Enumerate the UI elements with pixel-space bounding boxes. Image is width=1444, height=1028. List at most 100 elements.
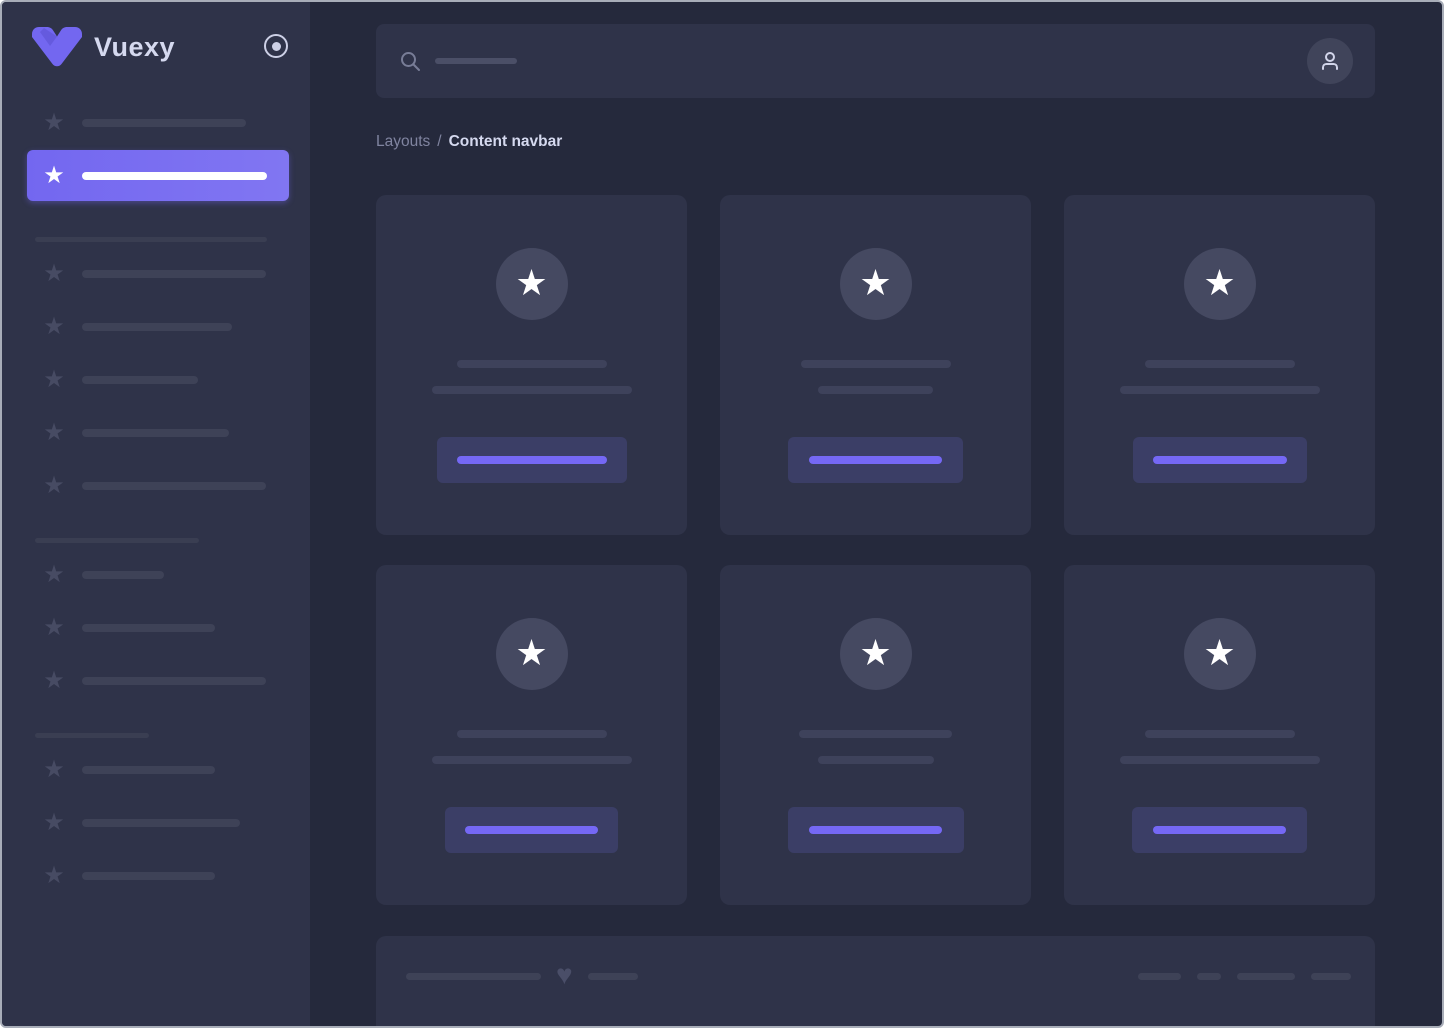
breadcrumb-separator: /: [437, 133, 441, 151]
sidebar-menu-item[interactable]: ★: [2, 311, 310, 343]
sidebar-menu-item[interactable]: ★: [2, 364, 310, 396]
menu-item-placeholder-bar: [82, 482, 266, 490]
sidebar-menu-item[interactable]: ★: [2, 559, 310, 591]
card-line-2: [818, 756, 934, 764]
card-line-1: [457, 730, 607, 738]
card-button[interactable]: [437, 437, 627, 483]
card-button[interactable]: [1133, 437, 1307, 483]
app-window: Vuexy ★ ★ ★ ★ ★ ★ ★ ★ ★ ★ ★ ★ ★: [0, 0, 1444, 1028]
vuexy-logo-icon: [30, 26, 84, 67]
footer-card: ♥: [376, 936, 1375, 1026]
menu-item-placeholder-bar: [82, 270, 266, 278]
menu-item-placeholder-bar: [82, 323, 232, 331]
user-avatar-button[interactable]: [1307, 38, 1353, 84]
sidebar-menu-item[interactable]: ★: [2, 665, 310, 697]
star-icon: ★: [42, 616, 66, 640]
card-avatar-circle: ★: [1184, 618, 1256, 690]
card-line-1: [1145, 360, 1295, 368]
search-icon: [399, 50, 421, 72]
star-icon: ★: [515, 635, 547, 671]
sidebar-menu-item[interactable]: ★: [2, 470, 310, 502]
footer-right-group: [1138, 973, 1351, 980]
card-button-label-bar: [809, 456, 942, 464]
card-line-2: [432, 386, 632, 394]
star-icon: ★: [515, 265, 547, 301]
menu-item-placeholder-bar: [82, 624, 215, 632]
menu-item-placeholder-bar: [82, 429, 229, 437]
sidebar-pin-toggle-icon[interactable]: [264, 34, 288, 58]
card-avatar-circle: ★: [496, 618, 568, 690]
card-button[interactable]: [445, 807, 618, 853]
star-icon: ★: [42, 474, 66, 498]
card-line-2: [432, 756, 632, 764]
star-icon: ★: [42, 315, 66, 339]
card-avatar-circle: ★: [840, 248, 912, 320]
placeholder-card: ★: [720, 195, 1031, 535]
footer-placeholder-bar: [1237, 973, 1295, 980]
star-icon: ★: [42, 368, 66, 392]
footer-placeholder-bar: [588, 973, 638, 980]
sidebar-menu-item[interactable]: ★: [2, 417, 310, 449]
footer-placeholder-bar: [1311, 973, 1351, 980]
menu-item-placeholder-bar: [82, 376, 198, 384]
placeholder-card: ★: [720, 565, 1031, 905]
menu-item-placeholder-bar: [82, 819, 240, 827]
footer-placeholder-bar: [406, 973, 541, 980]
sidebar-section-header-bar: [35, 733, 149, 738]
card-button-label-bar: [1153, 456, 1287, 464]
placeholder-card: ★: [376, 565, 687, 905]
sidebar: Vuexy ★ ★ ★ ★ ★ ★ ★ ★ ★ ★ ★ ★ ★: [2, 2, 310, 1026]
star-icon: ★: [859, 265, 891, 301]
sidebar-menu-item[interactable]: ★: [2, 807, 310, 839]
search-input[interactable]: [399, 50, 1307, 72]
sidebar-menu-item[interactable]: ★: [2, 754, 310, 786]
star-icon: ★: [42, 421, 66, 445]
star-icon: ★: [42, 164, 66, 188]
sidebar-menu-item[interactable]: ★: [2, 612, 310, 644]
footer-placeholder-bar: [1138, 973, 1181, 980]
sidebar-section-header-bar: [35, 237, 267, 242]
breadcrumb: Layouts / Content navbar: [376, 133, 1375, 151]
card-button-label-bar: [465, 826, 598, 834]
star-icon: ★: [42, 811, 66, 835]
star-icon: ★: [859, 635, 891, 671]
menu-item-placeholder-bar: [82, 571, 164, 579]
card-line-2: [1120, 386, 1320, 394]
star-icon: ★: [1203, 265, 1235, 301]
sidebar-menu-item[interactable]: ★: [2, 860, 310, 892]
menu-item-placeholder-bar: [82, 119, 246, 127]
cards-grid: ★ ★ ★ ★ ★: [376, 195, 1375, 905]
card-button-label-bar: [809, 826, 942, 834]
menu-item-placeholder-bar: [82, 677, 266, 685]
brand-name: Vuexy: [94, 32, 175, 63]
card-avatar-circle: ★: [1184, 248, 1256, 320]
star-icon: ★: [42, 563, 66, 587]
card-line-1: [1145, 730, 1295, 738]
footer-placeholder-bar: [1197, 973, 1221, 980]
sidebar-menu-item[interactable]: ★: [2, 258, 310, 290]
brand-row: Vuexy: [2, 2, 310, 90]
menu-item-placeholder-bar: [82, 872, 215, 880]
card-avatar-circle: ★: [496, 248, 568, 320]
user-icon: [1318, 49, 1342, 73]
sidebar-menu-item-active[interactable]: ★: [27, 150, 289, 201]
menu-item-placeholder-bar: [82, 172, 267, 180]
placeholder-card: ★: [1064, 565, 1375, 905]
star-icon: ★: [42, 669, 66, 693]
sidebar-menu-item[interactable]: ★: [2, 107, 310, 139]
card-button[interactable]: [1132, 807, 1307, 853]
card-avatar-circle: ★: [840, 618, 912, 690]
star-icon: ★: [1203, 635, 1235, 671]
card-button-label-bar: [1153, 826, 1286, 834]
menu-item-placeholder-bar: [82, 766, 215, 774]
top-navbar: [376, 24, 1375, 98]
card-button[interactable]: [788, 437, 963, 483]
star-icon: ★: [42, 758, 66, 782]
card-line-2: [1120, 756, 1320, 764]
card-button[interactable]: [788, 807, 964, 853]
heart-icon: ♥: [556, 961, 573, 989]
breadcrumb-link-layouts[interactable]: Layouts: [376, 133, 430, 151]
breadcrumb-current-page: Content navbar: [449, 133, 563, 151]
placeholder-card: ★: [1064, 195, 1375, 535]
star-icon: ★: [42, 864, 66, 888]
